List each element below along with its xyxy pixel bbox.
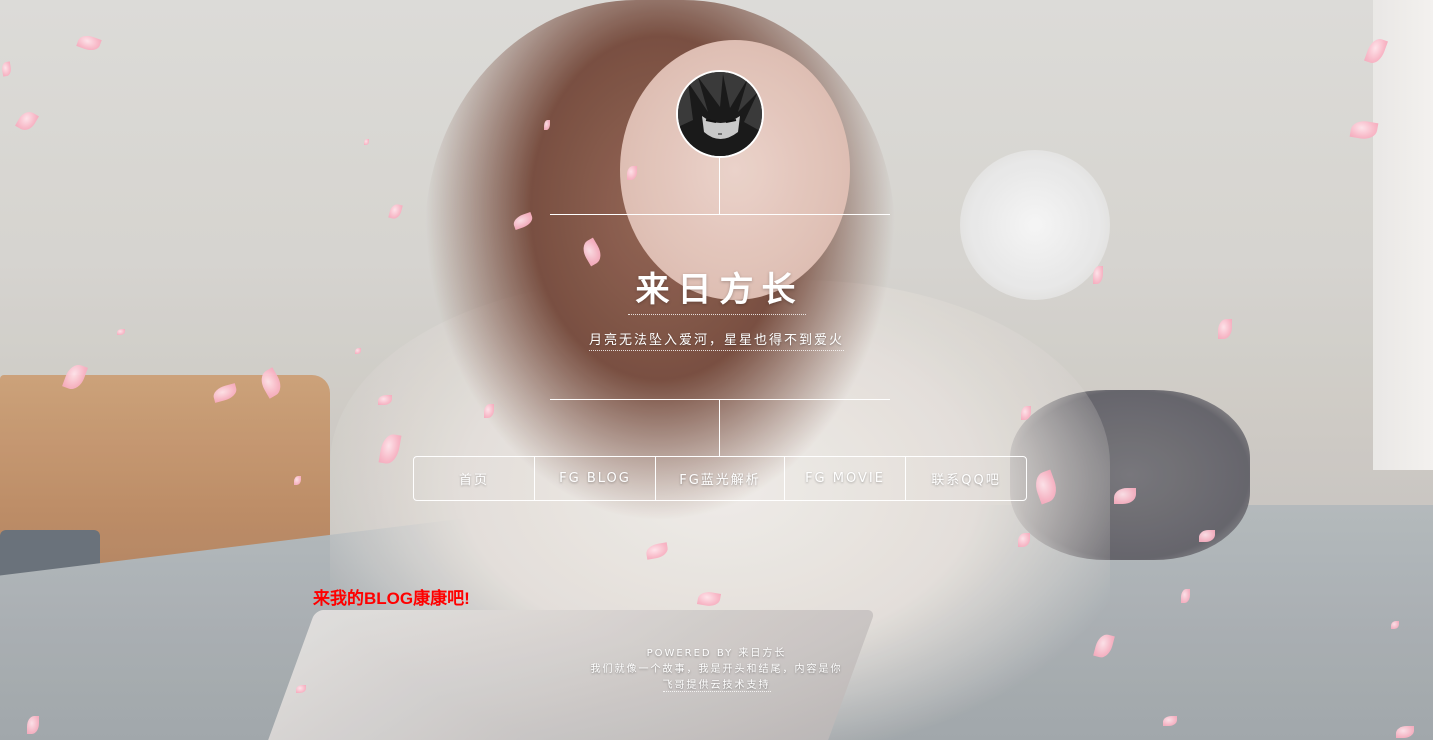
- divider-line: [719, 399, 720, 456]
- footer: POWERED BY 来日方长 我们就像一个故事，我是开头和结尾，内容是你 飞哥…: [0, 646, 1433, 694]
- site-subtitle: 月亮无法坠入爱河，星星也得不到爱火: [0, 329, 1433, 351]
- footer-powered: POWERED BY 来日方长: [646, 648, 787, 659]
- divider-line: [550, 214, 890, 215]
- nav-item-home[interactable]: 首页: [414, 457, 535, 500]
- divider-line: [550, 399, 890, 400]
- footer-tagline: 我们就像一个故事，我是开头和结尾，内容是你: [590, 664, 843, 675]
- footer-support: 飞哥提供云技术支持: [662, 680, 771, 692]
- anime-avatar-icon: [678, 72, 762, 156]
- nav-item-contact-qq[interactable]: 联系QQ吧: [906, 457, 1026, 500]
- main-nav: 首页 FG BLOG FG蓝光解析 FG MOVIE 联系QQ吧: [413, 456, 1027, 501]
- divider-line: [719, 158, 720, 214]
- nav-item-blog[interactable]: FG BLOG: [535, 457, 656, 500]
- site-subtitle-text: 月亮无法坠入爱河，星星也得不到爱火: [588, 333, 844, 351]
- site-title-text: 来日方长: [627, 270, 806, 315]
- promo-link[interactable]: 来我的BLOG康康吧!: [313, 584, 470, 609]
- nav-item-bluray[interactable]: FG蓝光解析: [656, 457, 785, 500]
- avatar: [676, 70, 764, 158]
- site-title: 来日方长: [0, 262, 1433, 315]
- nav-item-movie[interactable]: FG MOVIE: [785, 457, 906, 500]
